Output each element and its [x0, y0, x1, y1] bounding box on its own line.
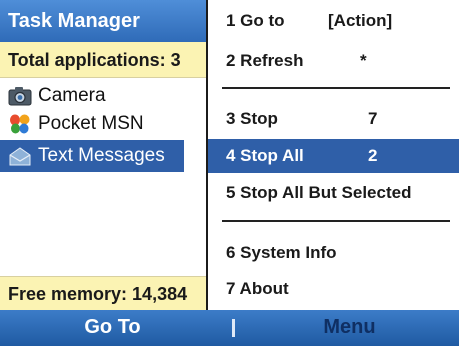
- menu-item-label: 6 System Info: [226, 243, 337, 262]
- app-label: Text Messages: [38, 145, 165, 166]
- menu-item-refresh[interactable]: 2 Refresh *: [208, 44, 459, 78]
- list-item-pocket-msn[interactable]: Pocket MSN: [0, 110, 206, 138]
- menu-item-stop-all[interactable]: 4 Stop All 2: [208, 139, 459, 173]
- context-menu: 1 Go to [Action] 2 Refresh * 3 Stop 7 4 …: [206, 0, 459, 310]
- menu-item-stop[interactable]: 3 Stop 7: [208, 102, 459, 136]
- menu-item-go-to[interactable]: 1 Go to [Action]: [208, 4, 459, 38]
- menu-separator: [222, 220, 450, 222]
- menu-separator: [222, 87, 450, 89]
- app-label: Camera: [38, 85, 106, 106]
- menu-item-label: 4 Stop All: [226, 146, 304, 165]
- total-applications-label: Total applications: 3: [0, 42, 206, 78]
- menu-softkey[interactable]: Menu: [240, 310, 459, 346]
- free-memory-label: Free memory: 14,384: [0, 276, 206, 310]
- camera-icon: [8, 85, 32, 107]
- app-label: Pocket MSN: [38, 113, 144, 134]
- list-item-text-messages[interactable]: Text Messages: [0, 140, 184, 172]
- menu-item-label: 3 Stop: [226, 109, 278, 128]
- menu-item-shortcut: [Action]: [328, 11, 393, 30]
- menu-item-shortcut: 7: [368, 109, 378, 128]
- application-list: Camera Pocket MSN Text Messages: [0, 82, 206, 172]
- menu-item-about[interactable]: 7 About: [208, 272, 459, 306]
- application-list-pane: Task Manager Total applications: 3 Camer…: [0, 0, 206, 310]
- menu-item-label: 5 Stop All But Selected: [226, 183, 412, 202]
- menu-item-shortcut: 2: [368, 146, 378, 165]
- go-to-softkey[interactable]: Go To: [0, 310, 225, 346]
- menu-item-label: 2 Refresh: [226, 51, 304, 70]
- page-title: Task Manager: [0, 0, 206, 42]
- menu-item-label: 7 About: [226, 279, 289, 298]
- msn-butterfly-icon: [8, 113, 32, 135]
- menu-item-stop-all-but-selected[interactable]: 5 Stop All But Selected: [208, 176, 459, 210]
- task-manager-screen: Task Manager Total applications: 3 Camer…: [0, 0, 459, 346]
- menu-item-system-info[interactable]: 6 System Info: [208, 236, 459, 270]
- menu-item-label: 1 Go to: [226, 11, 285, 30]
- menu-item-shortcut: *: [360, 51, 367, 70]
- softkey-divider: [232, 319, 235, 337]
- envelope-icon: [8, 145, 32, 167]
- softkey-bar: Go To Menu: [0, 310, 459, 346]
- list-item-camera[interactable]: Camera: [0, 82, 206, 110]
